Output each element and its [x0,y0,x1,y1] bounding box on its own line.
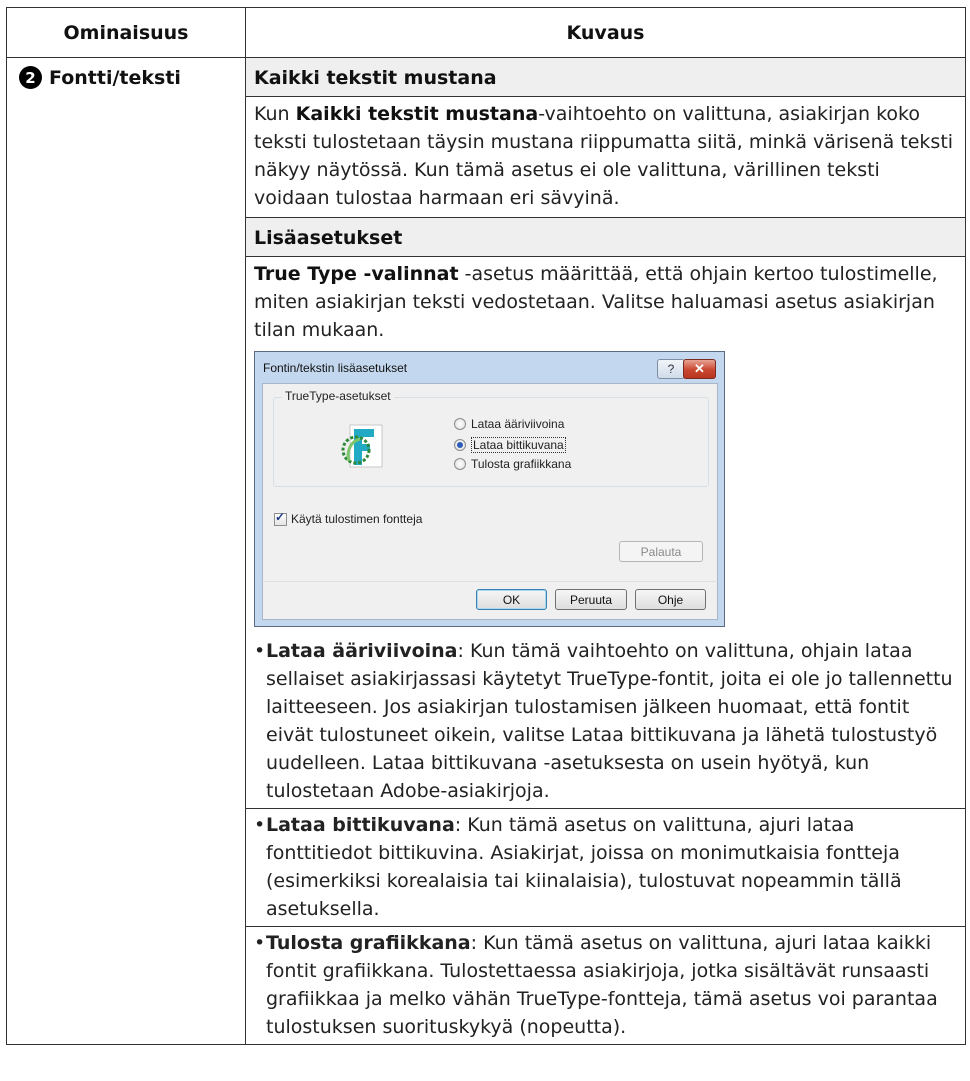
number-badge: 2 [19,66,42,89]
radio-button-selected[interactable] [454,439,466,451]
cancel-button[interactable]: Peruuta [555,589,627,610]
header-feature: Ominaisuus [6,7,246,58]
list-item: Lataa ääriviivoina: Kun tämä vaihtoehto … [254,637,957,805]
section-heading-advanced: Lisäasetukset [246,218,965,256]
option-list: Tulosta grafiikkana: Kun tämä asetus on … [246,929,965,1041]
option-list: Lataa ääriviivoina: Kun tämä vaihtoehto … [246,637,965,805]
table-header-row: Ominaisuus Kuvaus [6,7,966,58]
option-list: Lataa bittikuvana: Kun tämä asetus on va… [246,811,965,923]
bullet-term: Lataa bittikuvana [266,814,455,836]
section-paragraph-black-text: Kun Kaikki tekstit mustana-vaihtoehto on… [246,97,965,217]
truetype-logo-icon [341,424,383,468]
help-icon-button[interactable]: ? [657,359,685,379]
radio-download-bitmap[interactable]: Lataa bittikuvana [454,437,566,453]
header-description: Kuvaus [245,7,966,58]
dialog-title: Fontin/tekstin lisäasetukset [263,361,408,375]
feature-cell: 2 Fontti/teksti [6,57,246,1045]
printer-fonts-checkbox[interactable] [274,510,287,526]
truetype-group: TrueType-asetukset Lataa ääriviivoina La… [273,389,709,487]
dialog-screenshot: Fontin/tekstin lisäasetukset ? ✕ TrueTyp… [246,349,965,635]
radio-button[interactable] [454,458,466,470]
description-cell: Kaikki tekstit mustana Kun Kaikki teksti… [245,57,966,1045]
dialog-footer: OK Peruuta Ohje [262,581,718,620]
paragraph-bold-term: True Type -valinnat [254,263,459,285]
document-page: Ominaisuus Kuvaus 2 Fontti/teksti Kaikki… [0,0,970,1081]
divider [246,808,965,809]
bullet-term: Tulosta grafiikkana [266,932,471,954]
close-icon-button[interactable]: ✕ [683,359,716,379]
ok-button[interactable]: OK [476,589,547,610]
group-label: TrueType-asetukset [282,389,394,403]
paragraph-bold-term: Kaikki tekstit mustana [295,103,539,125]
list-item: Tulosta grafiikkana: Kun tämä asetus on … [254,929,957,1041]
font-settings-dialog: Fontin/tekstin lisäasetukset ? ✕ TrueTyp… [254,351,725,627]
checkbox-label: Käytä tulostimen fontteja [291,512,423,526]
bullet-text: : Kun tämä vaihtoehto on valittuna, ohja… [266,640,953,802]
radio-label: Lataa bittikuvana [471,437,566,453]
divider [246,926,965,927]
radio-button[interactable] [454,418,466,430]
section-heading-black-text: Kaikki tekstit mustana [246,58,965,96]
list-item: Lataa bittikuvana: Kun tämä asetus on va… [254,811,957,923]
dialog-client-area: TrueType-asetukset Lataa ääriviivoina La… [262,383,718,583]
radio-print-graphic[interactable]: Tulosta grafiikkana [454,457,571,471]
feature-label: Fontti/teksti [49,66,181,89]
section-paragraph-advanced: True Type -valinnat -asetus määrittää, e… [246,257,965,349]
help-button[interactable]: Ohje [635,589,706,610]
bullet-term: Lataa ääriviivoina [266,640,458,662]
paragraph-prefix: Kun [254,103,296,125]
radio-label: Tulosta grafiikkana [471,457,572,471]
radio-download-outline[interactable]: Lataa ääriviivoina [454,417,564,431]
printer-fonts-checkbox-row[interactable]: Käytä tulostimen fontteja [274,510,423,526]
feature-table: Ominaisuus Kuvaus 2 Fontti/teksti Kaikki… [6,7,966,1045]
reset-button[interactable]: Palauta [619,541,703,562]
table-row: 2 Fontti/teksti Kaikki tekstit mustana K… [6,57,966,1045]
radio-label: Lataa ääriviivoina [471,417,565,431]
feature-name: 2 Fontti/teksti [7,58,245,89]
